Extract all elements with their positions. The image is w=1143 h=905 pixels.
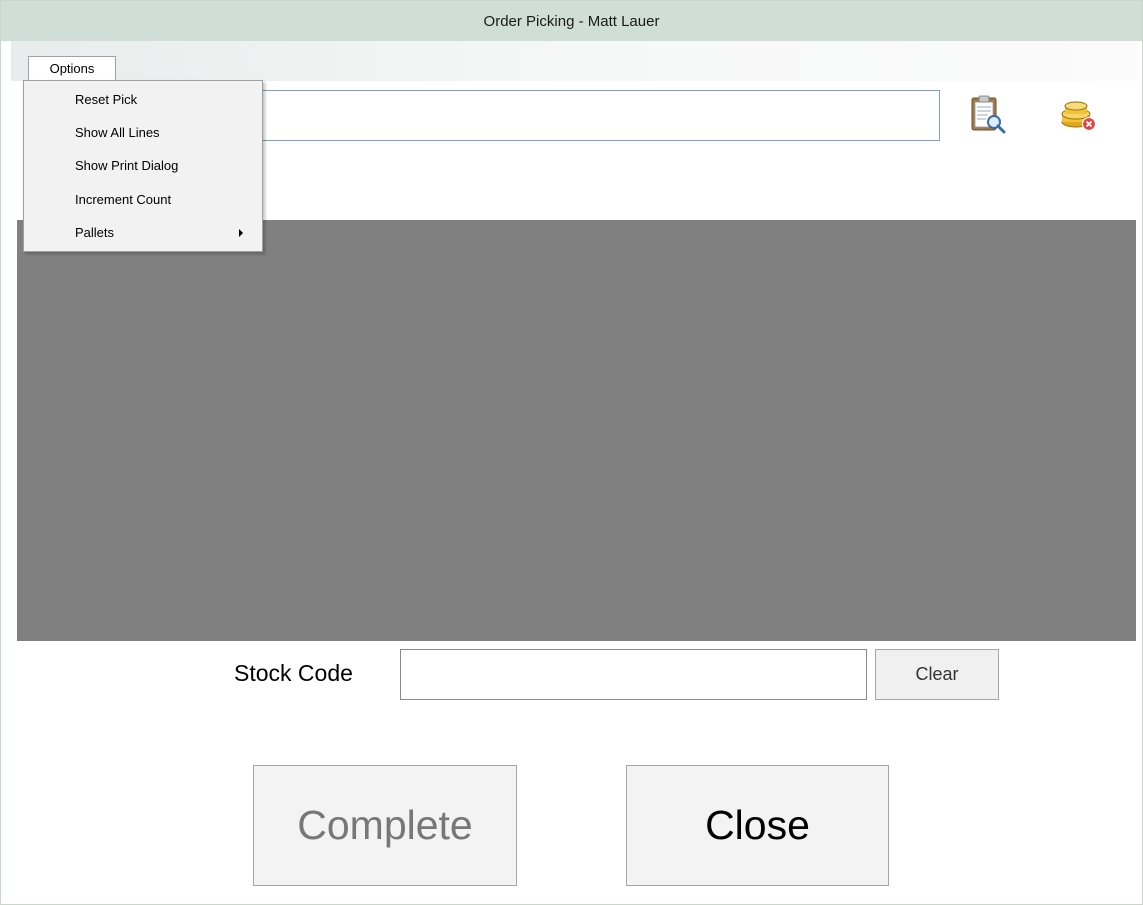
menu-item-label: Show Print Dialog — [75, 158, 179, 173]
close-button[interactable]: Close — [626, 765, 889, 886]
menu-item-label: Show All Lines — [75, 125, 160, 140]
menu-item-increment-count[interactable]: Increment Count — [25, 188, 261, 212]
menu-item-pallets[interactable]: Pallets — [25, 221, 261, 245]
menu-bar: Options — [11, 41, 1137, 81]
database-delete-icon[interactable] — [1058, 92, 1102, 136]
clear-button[interactable]: Clear — [875, 649, 999, 700]
pick-lines-grid[interactable] — [17, 220, 1136, 641]
menu-item-show-all-lines[interactable]: Show All Lines — [25, 121, 261, 145]
order-number-input[interactable] — [255, 90, 940, 141]
menu-item-reset-pick[interactable]: Reset Pick — [25, 88, 261, 112]
menu-item-label: Increment Count — [75, 192, 172, 207]
submenu-arrow-icon — [239, 229, 243, 237]
menu-item-label: Reset Pick — [75, 92, 138, 107]
clipboard-search-icon[interactable] — [968, 93, 1012, 137]
complete-button[interactable]: Complete — [253, 765, 517, 886]
menu-item-label: Pallets — [75, 225, 115, 240]
stock-code-input[interactable] — [400, 649, 867, 700]
options-dropdown-menu: Reset Pick Show All Lines Show Print Dia… — [23, 80, 263, 252]
menu-options[interactable]: Options — [28, 56, 116, 81]
stock-code-label: Stock Code — [234, 660, 353, 686]
title-bar: Order Picking - Matt Lauer — [1, 1, 1142, 41]
window-title: Order Picking - Matt Lauer — [483, 12, 660, 30]
menu-item-show-print-dialog[interactable]: Show Print Dialog — [25, 154, 261, 178]
